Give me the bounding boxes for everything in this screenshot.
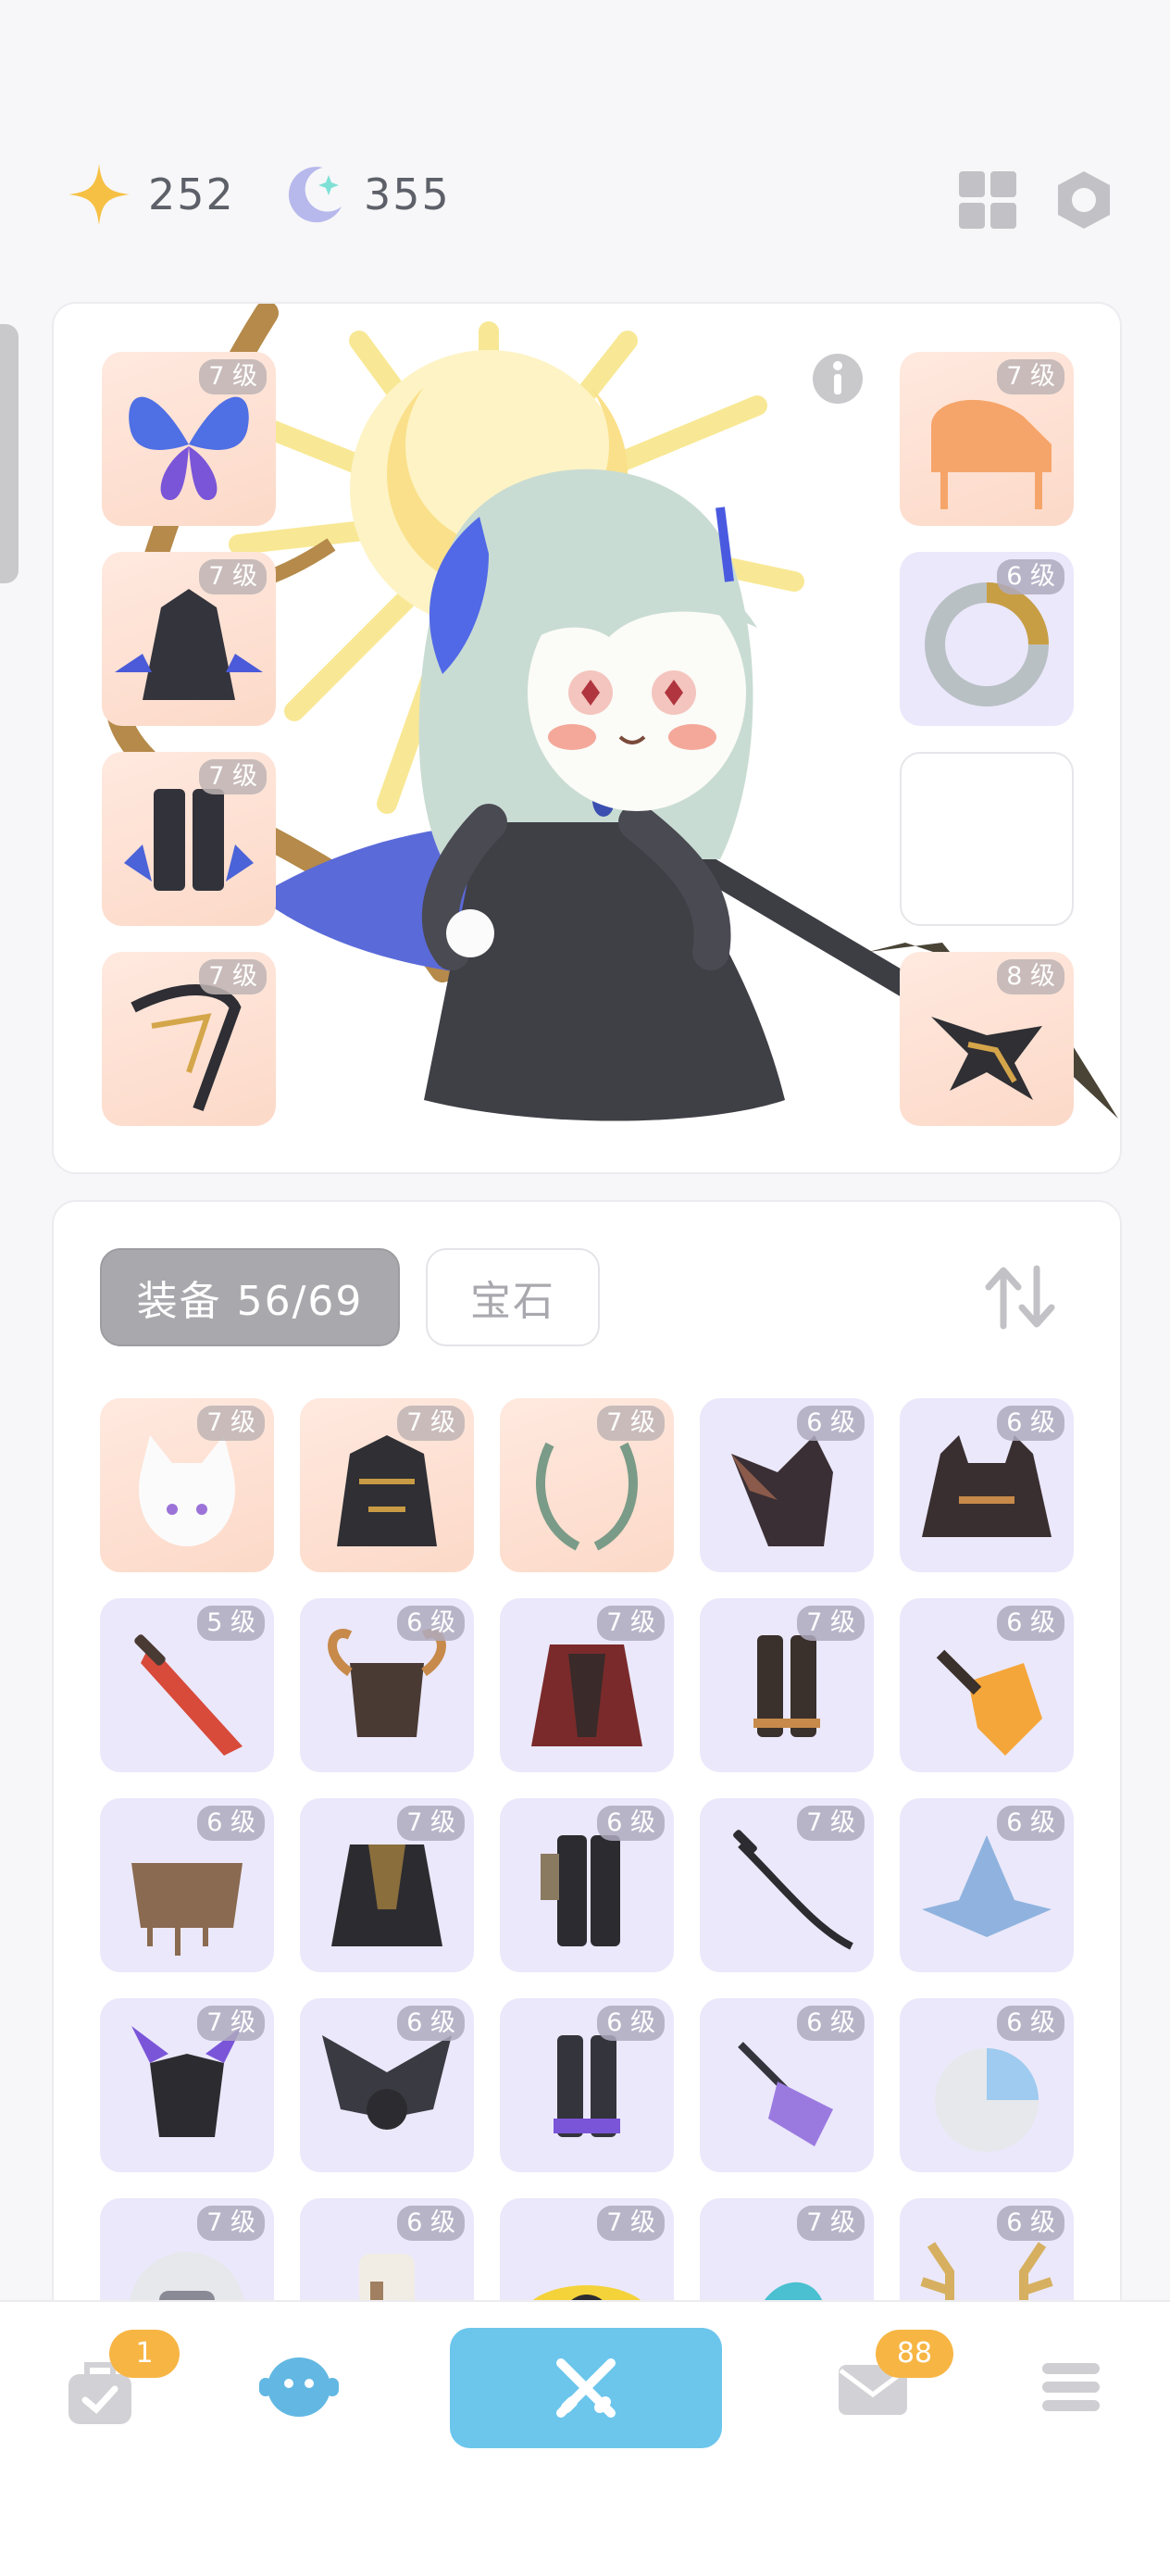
inventory-item[interactable]: 6 级 [700, 1998, 874, 2172]
inventory-item[interactable]: 6 级 [300, 1598, 474, 1772]
inventory-item[interactable]: 7 级 [500, 2198, 674, 2300]
level-badge: 7 级 [397, 1806, 465, 1841]
level-badge: 7 级 [397, 1406, 465, 1441]
inventory-item[interactable]: 7 级 [500, 1398, 674, 1572]
level-badge: 6 级 [397, 1606, 465, 1641]
level-badge: 6 级 [397, 2206, 465, 2241]
level-badge: 7 级 [797, 1606, 865, 1641]
level-badge: 6 级 [797, 2006, 865, 2041]
level-badge: 6 级 [597, 2006, 665, 2041]
level-badge: 6 级 [797, 1406, 865, 1441]
level-badge: 7 级 [597, 2206, 665, 2241]
level-badge: 7 级 [797, 2206, 865, 2241]
inventory-item[interactable]: 7 级 [100, 1398, 274, 1572]
level-badge: 6 级 [197, 1806, 265, 1841]
level-badge: 6 级 [997, 2006, 1064, 2041]
inventory-item[interactable]: 7 级 [700, 2198, 874, 2300]
level-badge: 6 级 [997, 1606, 1064, 1641]
battle-button[interactable] [450, 2328, 722, 2448]
inventory-item[interactable]: 7 级 [100, 1998, 274, 2172]
mail-badge: 88 [876, 2330, 953, 2378]
level-badge: 7 级 [797, 1806, 865, 1841]
inventory-item[interactable]: 7 级 [300, 1798, 474, 1972]
level-badge: 6 级 [397, 2006, 465, 2041]
inventory-item[interactable]: 6 级 [900, 1598, 1074, 1772]
menu-icon[interactable] [1040, 2361, 1102, 2413]
level-badge: 7 级 [197, 2006, 265, 2041]
level-badge: 6 级 [597, 1806, 665, 1841]
inventory-item[interactable]: 6 级 [300, 1998, 474, 2172]
level-badge: 6 级 [997, 2206, 1064, 2241]
inventory-item[interactable]: 6 级 [700, 1398, 874, 1572]
inventory-item[interactable]: 6 级 [500, 1798, 674, 1972]
inventory-item[interactable]: 6 级 [100, 1798, 274, 1972]
level-badge: 6 级 [997, 1406, 1064, 1441]
inventory-item[interactable]: 6 级 [900, 1798, 1074, 1972]
inventory-item[interactable]: 7 级 [100, 2198, 274, 2300]
inventory-item[interactable]: 6 级 [900, 2198, 1074, 2300]
level-badge: 7 级 [597, 1406, 665, 1441]
inventory-item[interactable]: 6 级 [900, 1998, 1074, 2172]
inventory-item[interactable]: 7 级 [700, 1598, 874, 1772]
inventory-item[interactable]: 6 级 [900, 1398, 1074, 1572]
bag-badge: 1 [109, 2330, 180, 2378]
inventory-item[interactable]: 7 级 [300, 1398, 474, 1572]
inventory-item[interactable]: 6 级 [300, 2198, 474, 2300]
inventory-item[interactable]: 7 级 [500, 1598, 674, 1772]
bottom-nav: 1 88 [0, 2300, 1170, 2576]
inventory-item[interactable]: 7 级 [700, 1798, 874, 1972]
level-badge: 5 级 [197, 1606, 265, 1641]
level-badge: 7 级 [197, 1406, 265, 1441]
level-badge: 7 级 [197, 2206, 265, 2241]
inventory-grid: 7 级 7 级 7 级 6 级 6 级 5 级 6 级 7 级 7 级 6 级 6 级 7 级 6 级 7… [0, 0, 1170, 2300]
level-badge: 6 级 [997, 1806, 1064, 1841]
inventory-item[interactable]: 6 级 [500, 1998, 674, 2172]
inventory-item[interactable]: 5 级 [100, 1598, 274, 1772]
crossed-swords-icon [556, 2358, 616, 2418]
level-badge: 7 级 [597, 1606, 665, 1641]
character-icon[interactable] [259, 2348, 339, 2422]
